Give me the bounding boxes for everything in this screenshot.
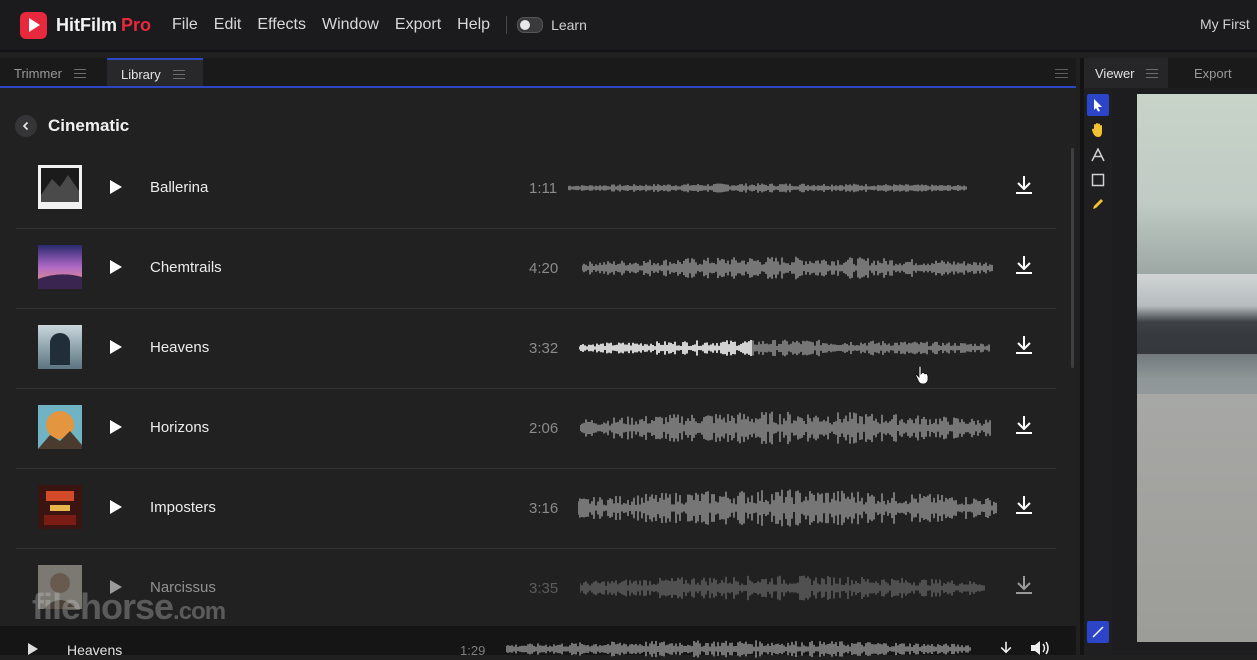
red-poster-cover	[38, 485, 82, 529]
tab-viewer[interactable]: Viewer	[1084, 58, 1168, 88]
select-arrow-icon[interactable]	[1087, 94, 1109, 116]
track-name: Heavens	[150, 339, 210, 356]
track-row[interactable]: Ballerina 1:11	[16, 149, 1056, 229]
waveform[interactable]	[578, 487, 998, 529]
app-title: HitFilm Pro	[56, 14, 152, 35]
download-icon[interactable]	[1015, 415, 1033, 435]
library-panel: Trimmer Library Cinematic Ballerina 1:11	[0, 58, 1076, 655]
tab-viewer-label: Viewer	[1095, 65, 1135, 81]
player-time: 1:29	[460, 643, 486, 658]
play-icon[interactable]	[109, 179, 123, 195]
back-button[interactable]	[15, 115, 37, 137]
track-row[interactable]: Heavens 3:32	[16, 309, 1056, 389]
track-duration: 3:16	[529, 500, 559, 517]
measure-tool-icon[interactable]	[1087, 621, 1109, 643]
download-icon[interactable]	[1015, 175, 1033, 195]
hand-cursor-icon	[915, 365, 929, 385]
download-icon[interactable]	[1015, 495, 1033, 515]
play-icon[interactable]	[109, 339, 123, 355]
track-name: Chemtrails	[150, 259, 222, 276]
scrollbar[interactable]	[1071, 148, 1074, 368]
menu-effects[interactable]: Effects	[257, 16, 306, 34]
waveform[interactable]	[579, 327, 991, 369]
moon-mountain-cover	[38, 405, 82, 449]
watermark-text: filehorse.com	[32, 586, 226, 627]
track-duration: 4:20	[529, 260, 559, 277]
learn-toggle[interactable]	[517, 17, 544, 33]
player-waveform[interactable]	[506, 638, 972, 660]
player-play-icon[interactable]	[27, 642, 39, 656]
menu-help[interactable]: Help	[457, 16, 490, 34]
hand-icon[interactable]	[1087, 119, 1109, 141]
tabbar-underline	[0, 86, 1076, 88]
waveform[interactable]	[568, 167, 968, 209]
menu-export[interactable]: Export	[395, 16, 441, 34]
tab-export-label: Export	[1194, 65, 1232, 81]
viewer-panel: Viewer Export	[1080, 58, 1257, 655]
panel-menu-icon[interactable]	[1055, 69, 1068, 78]
waveform[interactable]	[580, 407, 992, 449]
viewer-frame[interactable]	[1137, 94, 1257, 642]
track-name: Horizons	[150, 419, 210, 436]
menu-window[interactable]: Window	[322, 16, 379, 34]
tab-library-label: Library	[121, 66, 161, 82]
purple-sunset-cover	[38, 245, 82, 289]
player-bar: Heavens 1:29	[0, 626, 1076, 658]
menu-file[interactable]: File	[172, 16, 198, 34]
tab-menu-icon[interactable]	[73, 68, 86, 78]
track-duration: 1:11	[529, 180, 558, 197]
rectangle-icon[interactable]	[1087, 169, 1109, 191]
app-logo: HitFilm Pro	[20, 11, 152, 39]
download-icon[interactable]	[1015, 575, 1033, 595]
pencil-icon[interactable]	[1087, 193, 1109, 215]
track-name: Imposters	[150, 499, 216, 516]
dark-texture-cover	[38, 165, 82, 209]
play-icon[interactable]	[109, 419, 123, 435]
volume-icon[interactable]	[1030, 640, 1052, 656]
play-icon[interactable]	[109, 259, 123, 275]
tab-library[interactable]: Library	[107, 58, 203, 88]
viewer-frame-ground	[1137, 394, 1257, 642]
track-row[interactable]: Imposters 3:16	[16, 469, 1056, 549]
learn-label: Learn	[551, 17, 587, 33]
menu-edit[interactable]: Edit	[214, 16, 242, 34]
main-menu: File Edit Effects Window Export Help	[172, 16, 506, 34]
tab-export[interactable]: Export	[1194, 58, 1232, 88]
chevron-left-icon	[22, 121, 29, 131]
track-duration: 2:06	[529, 420, 559, 437]
tab-trimmer-label: Trimmer	[14, 65, 62, 81]
menu-bar: HitFilm Pro File Edit Effects Window Expo…	[0, 0, 1257, 52]
player-track-name: Heavens	[67, 642, 123, 658]
breadcrumb: Cinematic	[15, 115, 129, 137]
track-row[interactable]: Horizons 2:06	[16, 389, 1056, 469]
text-icon[interactable]	[1087, 144, 1109, 166]
download-icon[interactable]	[1015, 335, 1033, 355]
viewer-frame-truck	[1137, 274, 1257, 354]
category-title: Cinematic	[48, 116, 130, 135]
viewer-toolbar	[1084, 88, 1112, 655]
waveform[interactable]	[580, 567, 986, 609]
right-tabbar: Viewer Export	[1084, 58, 1257, 88]
left-tabbar: Trimmer Library	[0, 58, 1076, 88]
menu-divider	[506, 16, 508, 34]
track-list: Ballerina 1:11 Chemtrails 4:20 Heavens 3…	[16, 149, 1056, 629]
hitfilm-logo-icon	[20, 11, 47, 39]
project-name[interactable]: My First	[1200, 16, 1257, 32]
download-icon[interactable]	[1015, 255, 1033, 275]
track-row[interactable]: Chemtrails 4:20	[16, 229, 1056, 309]
play-icon[interactable]	[109, 499, 123, 515]
arch-portal-cover	[38, 325, 82, 369]
track-duration: 3:35	[529, 580, 559, 597]
tab-trimmer[interactable]: Trimmer	[0, 58, 106, 88]
track-name: Ballerina	[150, 179, 209, 196]
tab-menu-icon[interactable]	[1145, 68, 1158, 78]
tab-menu-icon[interactable]	[172, 69, 185, 79]
waveform[interactable]	[582, 247, 994, 289]
track-duration: 3:32	[529, 340, 559, 357]
